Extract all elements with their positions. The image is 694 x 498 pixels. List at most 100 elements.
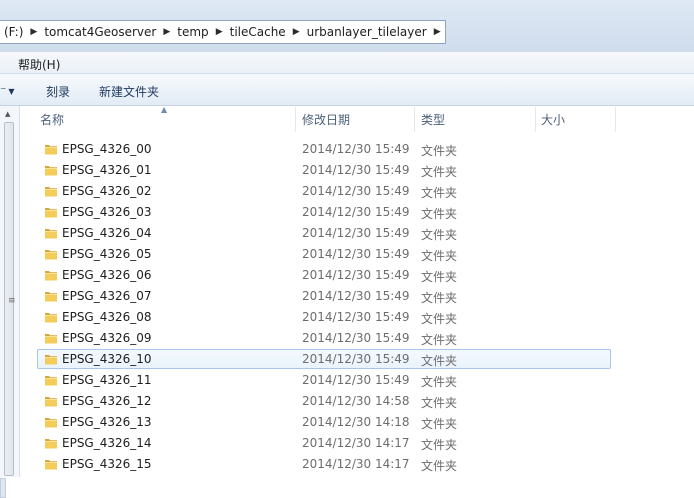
file-modified: 2014/12/30 15:49 xyxy=(302,331,410,345)
file-modified: 2014/12/30 15:49 xyxy=(302,247,410,261)
folder-icon xyxy=(45,208,57,218)
address-bar[interactable]: (F:) ▶ tomcat4Geoserver ▶ temp ▶ tileCac… xyxy=(0,20,446,44)
file-type: 文件夹 xyxy=(421,333,458,347)
column-divider[interactable] xyxy=(615,107,616,132)
breadcrumb-temp[interactable]: temp xyxy=(173,25,212,39)
column-modified-label: 修改日期 xyxy=(302,113,351,127)
file-list: EPSG_4326_00 2014/12/30 15:49 文件夹 EPSG_4326… xyxy=(21,139,694,475)
folder-icon xyxy=(45,418,57,428)
file-name[interactable]: EPSG_4326_11 xyxy=(62,373,152,387)
file-type: 文件夹 xyxy=(421,144,458,158)
column-type[interactable]: 类型 xyxy=(421,107,531,132)
column-modified[interactable]: 修改日期 xyxy=(302,107,412,132)
file-name[interactable]: EPSG_4326_07 xyxy=(62,289,152,303)
organize-button-partial[interactable]: ⁻ ▼ xyxy=(0,83,15,97)
command-bar: ⁻ ▼ 刻录 新建文件夹 xyxy=(0,74,694,106)
file-row[interactable]: EPSG_4326_08 2014/12/30 15:49 文件夹 xyxy=(21,307,694,328)
menu-bar: 帮助(H) xyxy=(0,52,694,74)
file-modified: 2014/12/30 15:49 xyxy=(302,289,410,303)
file-name[interactable]: EPSG_4326_14 xyxy=(62,436,152,450)
file-row[interactable]: EPSG_4326_00 2014/12/30 15:49 文件夹 xyxy=(21,139,694,160)
file-type: 文件夹 xyxy=(421,417,458,431)
file-row[interactable]: EPSG_4326_06 2014/12/30 15:49 文件夹 xyxy=(21,265,694,286)
file-name[interactable]: EPSG_4326_08 xyxy=(62,310,152,324)
file-row[interactable]: EPSG_4326_01 2014/12/30 15:49 文件夹 xyxy=(21,160,694,181)
folder-icon xyxy=(45,376,57,386)
file-name[interactable]: EPSG_4326_03 xyxy=(62,205,152,219)
file-name[interactable]: EPSG_4326_01 xyxy=(62,163,152,177)
file-modified: 2014/12/30 15:49 xyxy=(302,310,410,324)
folder-icon xyxy=(45,229,57,239)
menu-help[interactable]: 帮助(H) xyxy=(18,56,60,73)
grip-icon: ≡ xyxy=(8,296,16,306)
breadcrumb-arrow-icon[interactable]: ▶ xyxy=(431,27,444,37)
file-row[interactable]: EPSG_4326_14 2014/12/30 14:17 文件夹 xyxy=(21,433,694,454)
file-name[interactable]: EPSG_4326_05 xyxy=(62,247,152,261)
column-divider[interactable] xyxy=(535,107,536,132)
file-row[interactable]: EPSG_4326_11 2014/12/30 15:49 文件夹 xyxy=(21,370,694,391)
breadcrumb-tilecache[interactable]: tileCache xyxy=(226,25,290,39)
file-type: 文件夹 xyxy=(421,375,458,389)
file-name[interactable]: EPSG_4326_13 xyxy=(62,415,152,429)
file-modified: 2014/12/30 15:49 xyxy=(302,226,410,240)
navigation-pane-edge xyxy=(0,478,6,498)
new-folder-button[interactable]: 新建文件夹 xyxy=(99,83,159,100)
scroll-up-arrow-icon[interactable]: ▲ xyxy=(5,110,10,118)
file-name[interactable]: EPSG_4326_12 xyxy=(62,394,152,408)
folder-icon xyxy=(45,271,57,281)
file-row[interactable]: EPSG_4326_04 2014/12/30 15:49 文件夹 xyxy=(21,223,694,244)
breadcrumb-arrow-icon[interactable]: ▶ xyxy=(27,27,40,37)
file-modified: 2014/12/30 15:49 xyxy=(302,142,410,156)
file-name[interactable]: EPSG_4326_15 xyxy=(62,457,152,471)
navigation-pane-scrollbar[interactable]: ▲ ≡ xyxy=(0,106,20,498)
file-row[interactable]: EPSG_4326_02 2014/12/30 15:49 文件夹 xyxy=(21,181,694,202)
folder-icon xyxy=(45,439,57,449)
file-row[interactable]: EPSG_4326_03 2014/12/30 15:49 文件夹 xyxy=(21,202,694,223)
file-type: 文件夹 xyxy=(421,270,458,284)
file-type: 文件夹 xyxy=(421,291,458,305)
burn-button[interactable]: 刻录 xyxy=(46,83,70,100)
chevron-down-icon: ▼ xyxy=(8,87,15,96)
file-row[interactable]: EPSG_4326_07 2014/12/30 15:49 文件夹 xyxy=(21,286,694,307)
breadcrumb-arrow-icon[interactable]: ▶ xyxy=(290,27,303,37)
file-name[interactable]: EPSG_4326_06 xyxy=(62,268,152,282)
file-modified: 2014/12/30 14:58 xyxy=(302,394,410,408)
breadcrumb-tomcat4geoserver[interactable]: tomcat4Geoserver xyxy=(40,25,160,39)
file-row[interactable]: EPSG_4326_15 2014/12/30 14:17 文件夹 xyxy=(21,454,694,475)
file-name[interactable]: EPSG_4326_04 xyxy=(62,226,152,240)
file-modified: 2014/12/30 15:49 xyxy=(302,163,410,177)
file-modified: 2014/12/30 14:17 xyxy=(302,457,410,471)
address-bar-area: (F:) ▶ tomcat4Geoserver ▶ temp ▶ tileCac… xyxy=(0,0,694,52)
column-name[interactable]: 名称 xyxy=(40,107,290,132)
file-row[interactable]: EPSG_4326_12 2014/12/30 14:58 文件夹 xyxy=(21,391,694,412)
breadcrumb-urbanlayer-tilelayer[interactable]: urbanlayer_tilelayer xyxy=(303,25,431,39)
breadcrumb-arrow-icon[interactable]: ▶ xyxy=(213,27,226,37)
folder-icon xyxy=(45,313,57,323)
column-type-label: 类型 xyxy=(421,113,446,127)
file-type: 文件夹 xyxy=(421,186,458,200)
file-name[interactable]: EPSG_4326_00 xyxy=(62,142,152,156)
file-row[interactable]: EPSG_4326_13 2014/12/30 14:18 文件夹 xyxy=(21,412,694,433)
column-size[interactable]: 大小 xyxy=(541,107,611,132)
breadcrumb-drive[interactable]: (F:) xyxy=(0,25,27,39)
file-name[interactable]: EPSG_4326_02 xyxy=(62,184,152,198)
folder-icon xyxy=(45,355,57,365)
file-name[interactable]: EPSG_4326_10 xyxy=(62,352,152,366)
file-modified: 2014/12/30 15:49 xyxy=(302,352,410,366)
folder-icon xyxy=(45,166,57,176)
file-type: 文件夹 xyxy=(421,459,458,473)
file-row[interactable]: EPSG_4326_10 2014/12/30 15:49 文件夹 xyxy=(21,349,694,370)
breadcrumb-arrow-icon[interactable]: ▶ xyxy=(160,27,173,37)
file-type: 文件夹 xyxy=(421,396,458,410)
file-type: 文件夹 xyxy=(421,312,458,326)
file-row[interactable]: EPSG_4326_05 2014/12/30 15:49 文件夹 xyxy=(21,244,694,265)
file-modified: 2014/12/30 14:18 xyxy=(302,415,410,429)
file-row[interactable]: EPSG_4326_09 2014/12/30 15:49 文件夹 xyxy=(21,328,694,349)
file-type: 文件夹 xyxy=(421,207,458,221)
file-name[interactable]: EPSG_4326_09 xyxy=(62,331,152,345)
column-divider[interactable] xyxy=(295,107,296,132)
folder-icon xyxy=(45,334,57,344)
folder-icon xyxy=(45,145,57,155)
column-divider[interactable] xyxy=(414,107,415,132)
folder-icon xyxy=(45,460,57,470)
